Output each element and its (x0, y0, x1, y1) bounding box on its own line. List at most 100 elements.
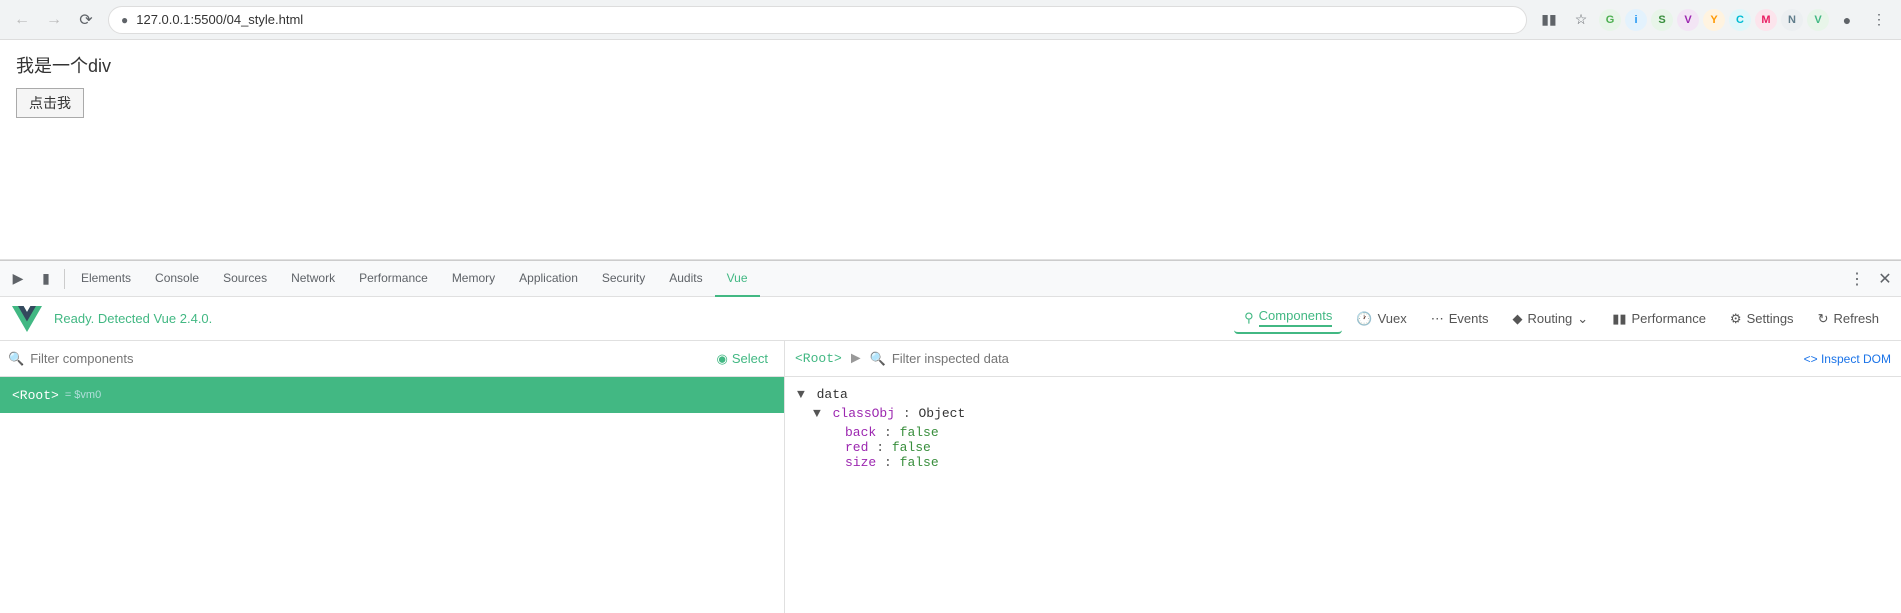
performance-label: Performance (1632, 311, 1706, 326)
tool-settings-button[interactable]: ⚙ Settings (1720, 306, 1804, 332)
devtools-tabs-right: ⋮ ✕ (1845, 267, 1897, 291)
tab-separator (64, 269, 65, 289)
tool-routing-button[interactable]: ◆ Routing ⌄ (1502, 306, 1598, 332)
devtools-more-button[interactable]: ⋮ (1845, 267, 1869, 291)
vuex-label: Vuex (1378, 311, 1407, 326)
right-filter-search-icon: 🔍 (870, 351, 886, 367)
click-button[interactable]: 点击我 (16, 88, 84, 118)
tool-vuex-button[interactable]: 🕐 Vuex (1346, 306, 1416, 332)
tab-network[interactable]: Network (279, 261, 347, 297)
ext-google-icon[interactable]: G (1599, 9, 1621, 31)
refresh-label: Refresh (1833, 311, 1879, 326)
component-row[interactable]: <Root> = $vm0 (0, 377, 784, 413)
root-tag[interactable]: <Root> (795, 351, 842, 366)
classobj-type: Object (918, 406, 965, 421)
tool-performance-button[interactable]: ▮▮ Performance (1602, 306, 1716, 332)
size-key: size (845, 455, 876, 470)
performance-icon: ▮▮ (1612, 311, 1626, 327)
cast-button[interactable]: ▮▮ (1535, 6, 1563, 34)
data-triangle: ▼ (797, 387, 805, 402)
tab-console[interactable]: Console (143, 261, 211, 297)
classobj-triangle: ▼ (813, 406, 821, 421)
address-bar[interactable]: ● 127.0.0.1:5500/04_style.html (108, 6, 1527, 34)
red-prop: red : false (845, 440, 1889, 455)
profile-button[interactable]: ● (1833, 6, 1861, 34)
vue-logo (12, 306, 42, 332)
ext-info-icon[interactable]: i (1625, 9, 1647, 31)
nav-buttons: ← → ⟳ (8, 6, 100, 34)
size-colon: : (884, 455, 900, 470)
left-panel: 🔍 ◉ Select <Root> = $vm0 (0, 341, 785, 613)
url-text: 127.0.0.1:5500/04_style.html (136, 12, 303, 27)
menu-button[interactable]: ⋮ (1865, 6, 1893, 34)
tool-events-button[interactable]: ⋯ Events (1421, 306, 1499, 332)
filter-search-icon: 🔍 (8, 351, 24, 367)
ext-grey-icon[interactable]: N (1781, 9, 1803, 31)
tab-memory[interactable]: Memory (440, 261, 507, 297)
tab-performance[interactable]: Performance (347, 261, 440, 297)
data-panel: ▼ data ▼ classObj : Object back : (785, 377, 1901, 480)
vue-toolbar: Ready. Detected Vue 2.4.0. ⚲ Components … (0, 297, 1901, 341)
tool-refresh-button[interactable]: ↻ Refresh (1808, 306, 1889, 332)
reload-button[interactable]: ⟳ (72, 6, 100, 34)
component-vm: = $vm0 (65, 389, 101, 401)
tab-audits[interactable]: Audits (657, 261, 714, 297)
forward-button[interactable]: → (40, 6, 68, 34)
devtools-close-button[interactable]: ✕ (1873, 267, 1897, 291)
data-indent: ▼ classObj : Object back : false red (797, 406, 1889, 470)
ext-pink-icon[interactable]: M (1755, 9, 1777, 31)
component-tag: <Root> (12, 388, 59, 403)
red-colon: : (876, 440, 892, 455)
lock-icon: ● (121, 13, 128, 27)
components-icon: ⚲ (1244, 310, 1254, 326)
browser-actions: ▮▮ ☆ G i S V Y C M N V ● ⋮ (1535, 6, 1893, 34)
ext-purple-icon[interactable]: V (1677, 9, 1699, 31)
routing-chevron-icon: ⌄ (1577, 311, 1588, 327)
tab-sources[interactable]: Sources (211, 261, 279, 297)
vue-content: 🔍 ◉ Select <Root> = $vm0 <Root> ► 🔍 (0, 341, 1901, 613)
ext-shield-icon[interactable]: S (1651, 9, 1673, 31)
filter-bar: 🔍 ◉ Select (0, 341, 784, 377)
devtools-tabs-bar: ▶ ▮ Elements Console Sources Network Per… (0, 261, 1901, 297)
tab-security[interactable]: Security (590, 261, 657, 297)
select-label: Select (732, 351, 768, 366)
back-colon: : (884, 425, 900, 440)
ext-vue-icon[interactable]: V (1807, 9, 1829, 31)
routing-icon: ◆ (1512, 311, 1522, 327)
back-button[interactable]: ← (8, 6, 36, 34)
right-panel: <Root> ► 🔍 <> Inspect DOM ▼ data ▼ class… (785, 341, 1901, 613)
inspect-element-button[interactable]: ▶ (4, 265, 32, 293)
vue-logo-container (12, 306, 42, 332)
ext-orange-icon[interactable]: Y (1703, 9, 1725, 31)
component-list: <Root> = $vm0 (0, 377, 784, 613)
tool-components-button[interactable]: ⚲ Components (1234, 303, 1342, 334)
tab-elements[interactable]: Elements (69, 261, 143, 297)
filter-components-input[interactable] (30, 351, 702, 366)
device-toggle-button[interactable]: ▮ (32, 265, 60, 293)
size-prop: size : false (845, 455, 1889, 470)
size-value: false (900, 455, 939, 470)
components-label: Components (1259, 308, 1333, 327)
bookmark-button[interactable]: ☆ (1567, 6, 1595, 34)
classobj-colon: : (903, 406, 919, 421)
right-header-arrow: ► (848, 350, 864, 368)
settings-icon: ⚙ (1730, 311, 1742, 327)
data-section: ▼ data (797, 387, 1889, 402)
filter-inspected-input[interactable] (892, 351, 1798, 366)
data-key: data (817, 387, 848, 402)
classobj-key: classObj (833, 406, 895, 421)
page-heading: 我是一个div (16, 52, 1885, 78)
right-header: <Root> ► 🔍 <> Inspect DOM (785, 341, 1901, 377)
browser-toolbar: ← → ⟳ ● 127.0.0.1:5500/04_style.html ▮▮ … (0, 0, 1901, 40)
back-prop: back : false (845, 425, 1889, 440)
ext-teal-icon[interactable]: C (1729, 9, 1751, 31)
settings-label: Settings (1747, 311, 1794, 326)
tab-vue[interactable]: Vue (715, 261, 760, 297)
select-button[interactable]: ◉ Select (709, 348, 776, 370)
routing-label: Routing (1527, 311, 1572, 326)
classobj-section: ▼ classObj : Object (813, 406, 1889, 421)
refresh-icon: ↻ (1818, 311, 1829, 327)
select-icon: ◉ (717, 351, 728, 367)
inspect-dom-button[interactable]: <> Inspect DOM (1804, 352, 1891, 366)
tab-application[interactable]: Application (507, 261, 590, 297)
